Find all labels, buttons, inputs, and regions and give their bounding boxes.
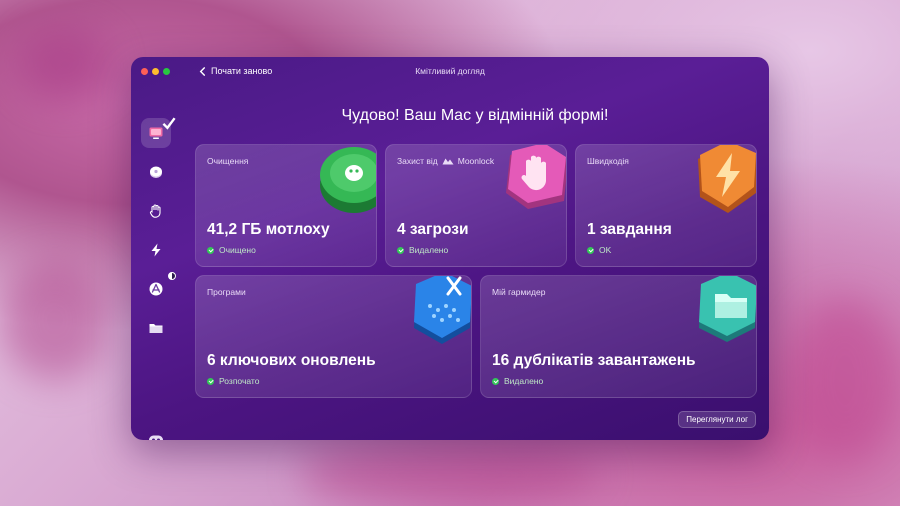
sidebar-item-protection[interactable] [141, 196, 171, 226]
cleanup-disc-icon [150, 166, 162, 178]
card-applications-status: Розпочато [207, 376, 259, 386]
card-protection-status-text: Видалено [409, 245, 449, 255]
title-bar: Почати заново Кмітливий догляд [131, 57, 769, 85]
lightning-icon [698, 145, 756, 213]
status-check-icon [207, 246, 214, 254]
card-my-clutter[interactable]: Мій гармидер 16 дублікатів завантажень В… [480, 275, 757, 398]
card-speed[interactable]: Швидкодія 1 завдання OK [575, 144, 757, 267]
card-speed-status-text: OK [599, 245, 612, 255]
app-store-icon [414, 276, 471, 344]
sidebar-item-cleanup[interactable] [141, 157, 171, 187]
app-store-icon [149, 282, 163, 296]
card-protection-label-text: Захист від [397, 156, 438, 166]
background-blur [300, 445, 600, 505]
card-cleanup-label: Очищення [207, 156, 249, 166]
background-blur [790, 300, 900, 460]
card-protection[interactable]: Захист від Moonlock 4 загрози Видалено [385, 144, 567, 267]
card-speed-value: 1 завдання [587, 221, 672, 238]
card-applications-value: 6 ключових оновлень [207, 352, 376, 369]
sidebar-item-assistant[interactable] [141, 425, 171, 440]
card-speed-status: OK [587, 245, 611, 255]
card-cleanup[interactable]: Очищення 41,2 ГБ мотлоху Очищено [195, 144, 377, 267]
moonlock-logo-icon [442, 158, 454, 165]
sidebar-item-performance[interactable] [141, 235, 171, 265]
status-check-icon [207, 377, 214, 385]
card-protection-status: Видалено [397, 245, 448, 255]
card-my-clutter-label: Мій гармидер [492, 287, 546, 297]
view-log-button[interactable]: Переглянути лог [678, 411, 756, 428]
card-my-clutter-status-text: Видалено [504, 376, 544, 386]
hand-shield-icon [506, 145, 566, 209]
window-title: Кмітливий догляд [415, 66, 485, 76]
card-protection-value: 4 загрози [397, 221, 469, 238]
card-applications[interactable]: Програми 6 ключових оновлень Розпочато [195, 275, 472, 398]
sidebar-item-applications[interactable] [141, 272, 176, 304]
sidebar-item-smart-care[interactable] [141, 117, 176, 148]
card-cleanup-value: 41,2 ГБ мотлоху [207, 221, 330, 238]
checkmark-icon [162, 117, 176, 130]
card-protection-label: Захист від Moonlock [397, 156, 494, 166]
lightning-icon [151, 243, 161, 257]
background-blur [0, 260, 110, 380]
card-my-clutter-value: 16 дублікатів завантажень [492, 352, 696, 369]
status-headline: Чудово! Ваш Mac у відмінній формі! [341, 107, 609, 124]
app-window: Почати заново Кмітливий догляд Чудово! В… [131, 57, 769, 440]
sidebar-item-my-clutter[interactable] [141, 313, 171, 343]
half-circle-badge [168, 272, 176, 280]
card-applications-status-text: Розпочато [219, 376, 260, 386]
card-my-clutter-status: Видалено [492, 376, 543, 386]
status-check-icon [492, 377, 499, 385]
card-applications-label: Програми [207, 287, 246, 297]
cleanup-disc-icon [320, 147, 376, 213]
card-protection-brand: Moonlock [457, 156, 495, 166]
card-cleanup-status: Очищено [207, 245, 256, 255]
status-check-icon [587, 246, 594, 254]
assistant-eyes-icon [149, 435, 163, 440]
card-cleanup-status-text: Очищено [219, 245, 256, 255]
folder-icon [149, 324, 163, 333]
sidebar [131, 85, 181, 440]
card-speed-label: Швидкодія [587, 156, 629, 166]
status-check-icon [397, 246, 404, 254]
background-blur [20, 30, 110, 100]
folder-icon [699, 276, 756, 342]
hand-icon [149, 204, 161, 218]
